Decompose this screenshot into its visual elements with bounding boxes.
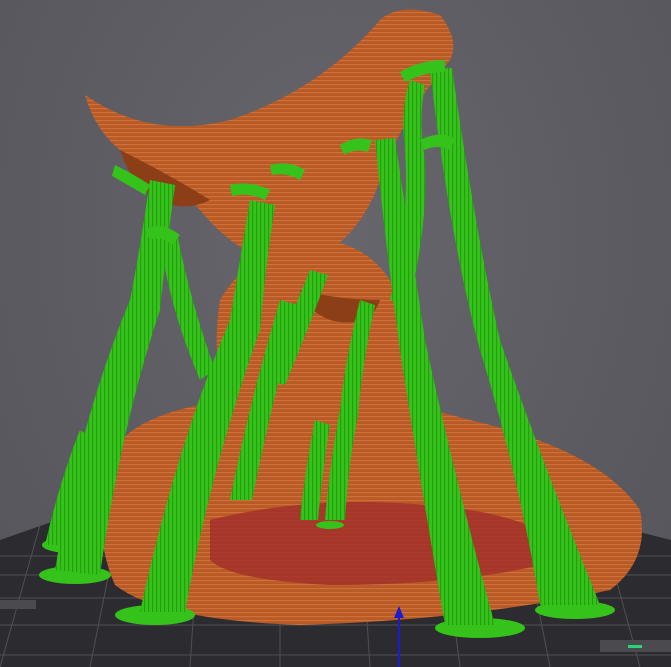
print-preview-scene[interactable] [0,0,671,667]
3d-viewport[interactable] [0,0,671,667]
axis-marker-icon [628,645,642,648]
